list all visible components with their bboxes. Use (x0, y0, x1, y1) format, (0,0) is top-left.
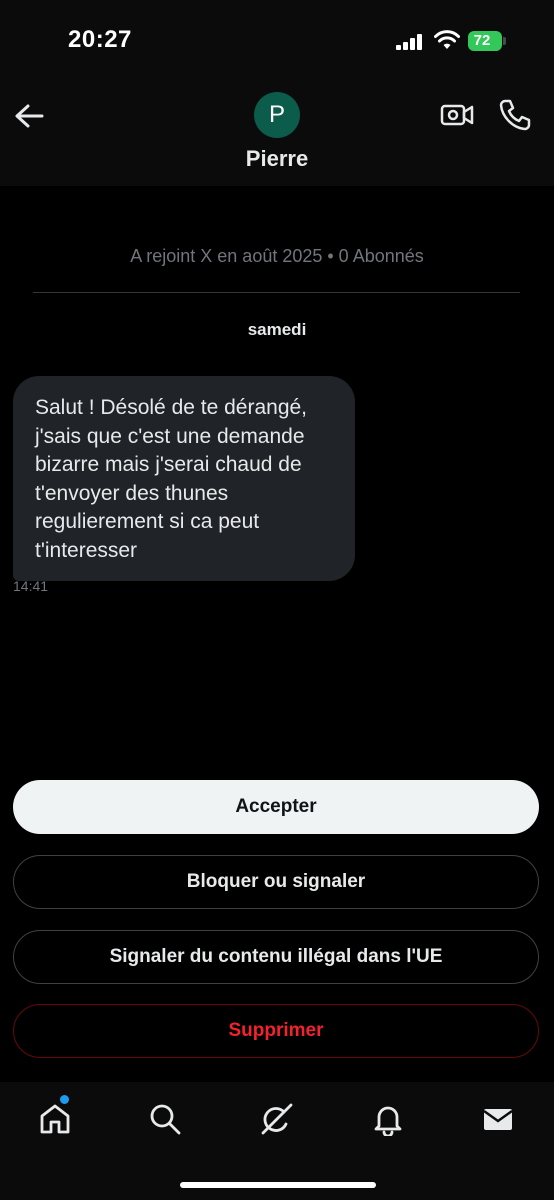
video-call-icon[interactable] (440, 100, 474, 130)
wifi-icon (434, 30, 460, 49)
contact-name[interactable]: Pierre (0, 146, 554, 172)
battery-level: 72 (473, 32, 491, 49)
status-time: 20:27 (68, 26, 132, 53)
grok-icon[interactable] (260, 1102, 294, 1136)
conversation-header: P Pierre (0, 80, 554, 186)
home-notification-dot (60, 1095, 69, 1104)
divider (33, 292, 520, 293)
bell-icon[interactable] (371, 1102, 405, 1136)
day-separator: samedi (247, 320, 307, 339)
message-bubble[interactable]: Salut ! Désolé de te dérangé, j'sais que… (13, 376, 355, 581)
delete-button[interactable]: Supprimer (13, 1004, 539, 1058)
battery-icon: 72 (468, 31, 502, 51)
joined-info: A rejoint X en août 2025 • 0 Abonnés (130, 246, 424, 266)
status-bar: 20:27 72 (0, 0, 554, 80)
block-or-report-button[interactable]: Bloquer ou signaler (13, 855, 539, 909)
home-icon[interactable] (38, 1102, 72, 1136)
message-timestamp: 14:41 (13, 578, 49, 594)
phone-call-icon[interactable] (498, 98, 532, 132)
report-illegal-content-button[interactable]: Signaler du contenu illégal dans l'UE (13, 930, 539, 984)
avatar[interactable]: P (254, 92, 300, 138)
mail-icon[interactable] (481, 1102, 515, 1136)
battery-tip (503, 37, 506, 45)
search-icon[interactable] (148, 1102, 182, 1136)
home-indicator[interactable] (180, 1182, 376, 1188)
signal-icon (396, 34, 422, 50)
back-arrow-icon[interactable] (12, 102, 46, 130)
accept-button[interactable]: Accepter (13, 780, 539, 834)
